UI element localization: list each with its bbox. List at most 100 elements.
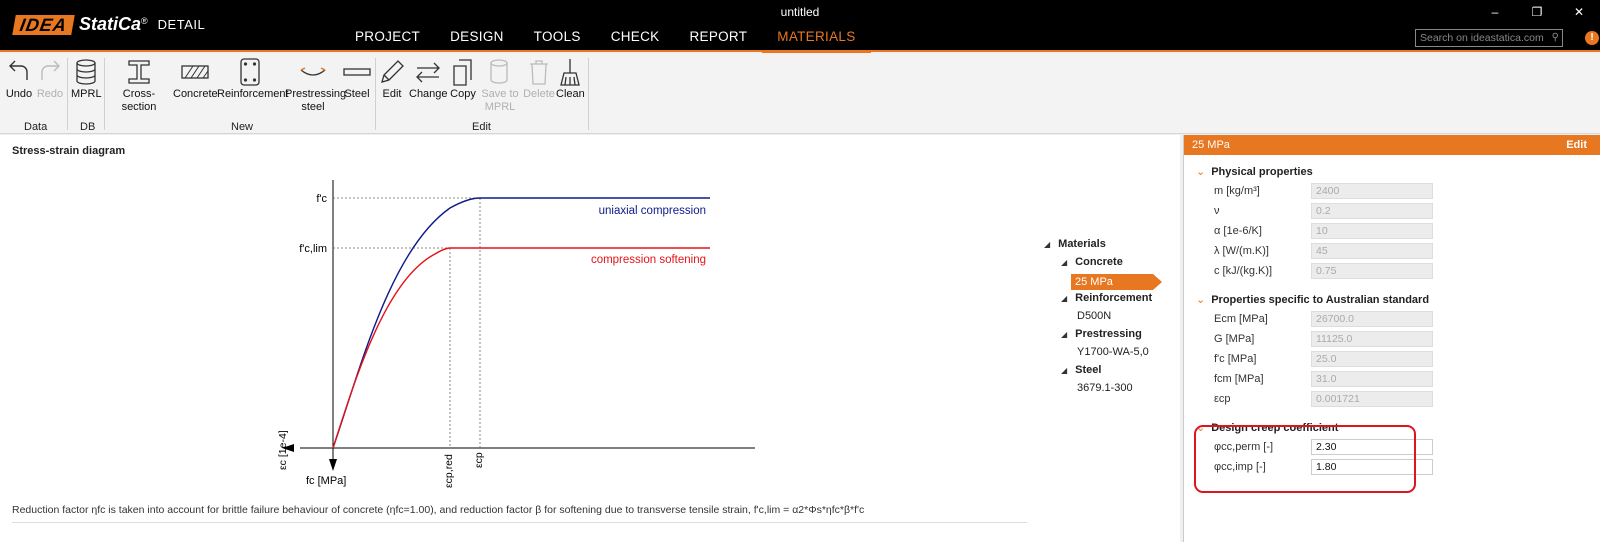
prop-value: 0.001721 — [1311, 391, 1433, 407]
tree-prestressing[interactable]: ◢ Prestressing — [1061, 328, 1142, 340]
save-to-mprl-label: Save to MPRL — [481, 88, 519, 113]
prestressing-steel-button[interactable]: Prestressing steel — [285, 56, 346, 114]
undo-label: Undo — [5, 88, 33, 100]
reinforcement-button[interactable]: Reinforcement — [217, 56, 289, 101]
collapse-icon[interactable]: ◢ — [1061, 366, 1067, 375]
prop-label: ν — [1214, 205, 1220, 217]
database-icon — [76, 59, 96, 85]
minimize-button[interactable]: – — [1474, 2, 1516, 22]
edit-button[interactable]: Edit — [378, 56, 406, 101]
tab-design[interactable]: DESIGN — [435, 28, 519, 53]
prestressing-icon — [300, 67, 326, 76]
prop-row: λ [W/(m.K)] 45 — [1214, 243, 1433, 260]
tree-reinforcement[interactable]: ◢ Reinforcement — [1061, 292, 1152, 304]
info-icon[interactable]: ! — [1585, 31, 1599, 45]
edit-label: Edit — [382, 88, 402, 100]
prop-value: 26700.0 — [1311, 311, 1433, 327]
tree-item-y1700[interactable]: Y1700-WA-5,0 — [1077, 346, 1149, 358]
steel-label: Steel — [344, 88, 370, 100]
section-physical[interactable]: ⌄ Physical properties — [1196, 165, 1313, 178]
ribbon-separator — [67, 58, 68, 130]
trash-icon — [530, 60, 548, 85]
undo-icon — [9, 60, 28, 80]
collapse-icon[interactable]: ◢ — [1061, 330, 1067, 339]
tree-materials[interactable]: ◢ Materials — [1044, 238, 1106, 250]
group-label-new: New — [231, 121, 254, 133]
fc-lim-label: f'c,lim — [299, 243, 327, 255]
change-button[interactable]: Change — [409, 56, 448, 101]
section-australian-title: Properties specific to Australian standa… — [1211, 294, 1430, 306]
highlight-box — [1194, 425, 1416, 493]
tree-item-d500n[interactable]: D500N — [1077, 310, 1111, 322]
tab-materials[interactable]: MATERIALS — [762, 28, 871, 53]
title-bar: IDEA StatiCa ® DETAIL untitled – ❐ ✕ PRO… — [0, 0, 1600, 53]
delete-button[interactable]: Delete — [523, 56, 555, 101]
diagram-area: Stress-strain diagram f'c f'c,lim uniaxi… — [0, 135, 1180, 542]
tree-concrete[interactable]: ◢ Concrete — [1061, 256, 1123, 268]
tree-item-3679[interactable]: 3679.1-300 — [1077, 382, 1133, 394]
tree-prestressing-label: Prestressing — [1075, 328, 1142, 340]
collapse-icon[interactable]: ◢ — [1061, 258, 1067, 267]
group-label-edit: Edit — [472, 121, 491, 133]
restore-button[interactable]: ❐ — [1516, 2, 1558, 22]
prop-value: 25.0 — [1311, 351, 1433, 367]
tab-project[interactable]: PROJECT — [340, 28, 435, 53]
save-db-icon — [490, 59, 508, 84]
panel-edit-button[interactable]: Edit — [1566, 135, 1587, 155]
change-icon — [416, 62, 440, 83]
section-australian-standard[interactable]: ⌄ Properties specific to Australian stand… — [1196, 293, 1429, 306]
prop-row: c [kJ/(kg.K)] 0.75 — [1214, 263, 1433, 280]
group-label-db: DB — [80, 121, 96, 133]
prop-value: 10 — [1311, 223, 1433, 239]
prop-label: λ [W/(m.K)] — [1214, 245, 1269, 257]
change-label: Change — [409, 88, 448, 100]
tree-steel[interactable]: ◢ Steel — [1061, 364, 1101, 376]
redo-label: Redo — [36, 88, 64, 100]
collapse-icon[interactable]: ◢ — [1061, 294, 1067, 303]
copy-button[interactable]: Copy — [449, 56, 477, 101]
chevron-down-icon[interactable]: ⌄ — [1196, 166, 1205, 178]
prop-value: 0.2 — [1311, 203, 1433, 219]
tree-item-25mpa[interactable]: 25 MPa — [1071, 274, 1162, 290]
concrete-icon — [181, 65, 209, 79]
save-to-mprl-button[interactable]: Save to MPRL — [479, 56, 521, 114]
i-beam-icon — [128, 60, 150, 84]
reinforcement-icon — [240, 58, 260, 86]
prop-label: c [kJ/(kg.K)] — [1214, 265, 1273, 277]
prop-label: Ecm [MPa] — [1214, 313, 1268, 325]
logo-product: DETAIL — [157, 17, 206, 32]
search-input[interactable]: Search on ideastatica.com ⚲ — [1415, 29, 1563, 47]
mprl-button[interactable]: MPRL — [71, 56, 102, 101]
tab-report[interactable]: REPORT — [674, 28, 762, 53]
prop-row: α [1e-6/K] 10 — [1214, 223, 1433, 240]
clean-button[interactable]: Clean — [556, 56, 585, 101]
close-button[interactable]: ✕ — [1558, 2, 1600, 22]
diagram-footnote: Reduction factor ηfc is taken into accou… — [12, 504, 865, 516]
ribbon-separator — [375, 58, 376, 130]
cross-section-button[interactable]: Cross-section — [107, 56, 171, 114]
prop-value: 0.75 — [1311, 263, 1433, 279]
tree-concrete-label: Concrete — [1075, 256, 1123, 268]
prop-label: fcm [MPa] — [1214, 373, 1264, 385]
mprl-label: MPRL — [71, 88, 102, 100]
tree-steel-label: Steel — [1075, 364, 1102, 376]
redo-button[interactable]: Redo — [36, 56, 64, 101]
search-placeholder: Search on ideastatica.com — [1420, 32, 1544, 44]
prop-value: 31.0 — [1311, 371, 1433, 387]
chevron-down-icon[interactable]: ⌄ — [1196, 294, 1205, 306]
collapse-icon[interactable]: ◢ — [1044, 240, 1050, 249]
x-axis-label: εc [1e-4] — [277, 430, 289, 470]
footnote-divider — [12, 522, 1027, 523]
undo-button[interactable]: Undo — [4, 56, 34, 101]
tab-check[interactable]: CHECK — [596, 28, 675, 53]
group-label-data: Data — [24, 121, 48, 133]
broom-icon — [560, 59, 580, 86]
concrete-button[interactable]: Concrete — [173, 56, 218, 101]
window-controls: – ❐ ✕ — [1474, 2, 1600, 22]
prop-label: α [1e-6/K] — [1214, 225, 1262, 237]
steel-button[interactable]: Steel — [342, 56, 372, 101]
tab-tools[interactable]: TOOLS — [519, 28, 596, 53]
compression-softening-curve — [332, 247, 710, 449]
search-icon[interactable]: ⚲ — [1552, 32, 1559, 43]
prop-row: G [MPa] 11125.0 — [1214, 331, 1433, 348]
